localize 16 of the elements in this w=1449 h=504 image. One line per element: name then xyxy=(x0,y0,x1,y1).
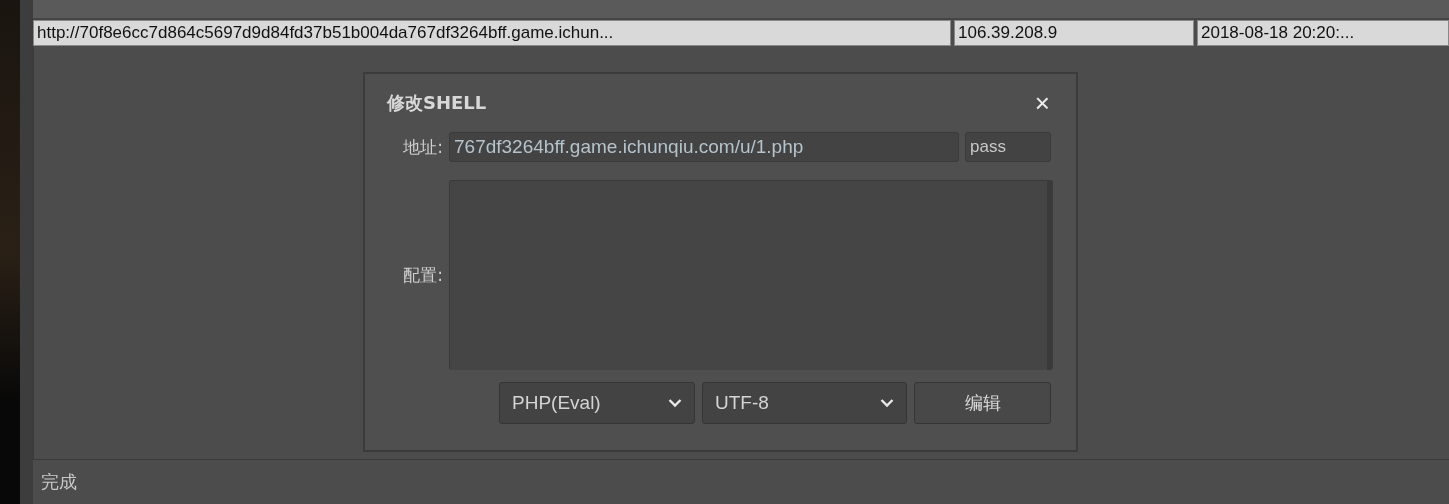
address-field[interactable]: 767df3264bff.game.ichunqiu.com/u/1.php xyxy=(449,132,959,162)
dialog-title: 修改SHELL xyxy=(387,91,487,115)
table-cell: http://70f8e6cc7d864c5697d9d84fd37b51b004da767df3264bff.game.ichun... xyxy=(33,20,951,46)
table-cell: 2018-08-18 20:20:... xyxy=(1197,20,1449,46)
chevron-icon xyxy=(668,398,682,408)
password-field[interactable]: pass xyxy=(965,132,1051,162)
edit-button[interactable]: 编辑 xyxy=(914,382,1051,424)
chevron-icon xyxy=(880,398,894,408)
dropdown[interactable]: UTF-8 xyxy=(702,382,907,424)
address-label: 地址: xyxy=(402,135,443,159)
config-label: 配置: xyxy=(402,263,443,287)
dropdown[interactable]: PHP(Eval) xyxy=(499,382,695,424)
table-row[interactable]: http://70f8e6cc7d864c5697d9d84fd37b51b004da767df3264bff.game.ichun... 106.39.208.9 2018-08-18 20:20:... xyxy=(33,20,1449,46)
table-cell: 106.39.208.9 xyxy=(954,20,1194,46)
status-text: 完成 xyxy=(41,470,77,494)
close-button[interactable]: × xyxy=(1030,90,1054,116)
